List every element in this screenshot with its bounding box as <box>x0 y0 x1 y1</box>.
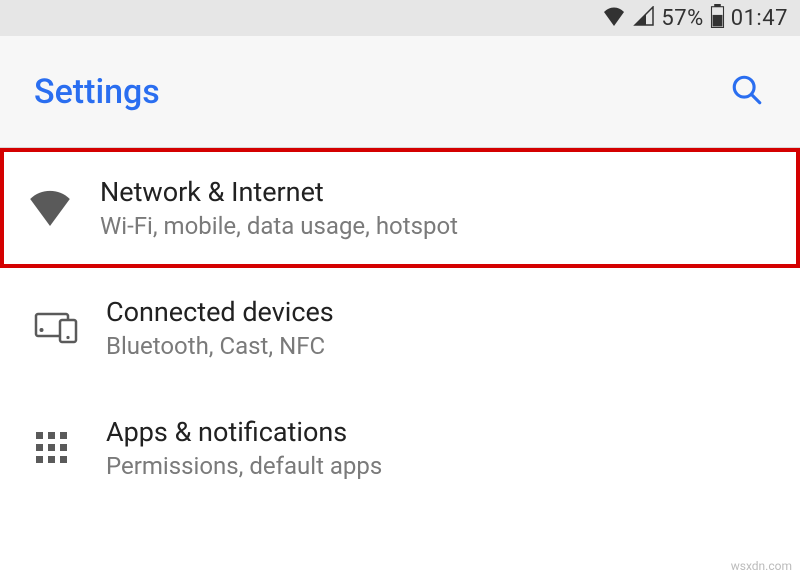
list-item-text: Connected devices Bluetooth, Cast, NFC <box>106 296 334 360</box>
list-item-text: Network & Internet Wi-Fi, mobile, data u… <box>100 176 458 240</box>
list-item-title: Apps & notifications <box>106 416 382 448</box>
list-item-text: Apps & notifications Permissions, defaul… <box>106 416 382 480</box>
list-item-connected-devices[interactable]: Connected devices Bluetooth, Cast, NFC <box>0 268 800 388</box>
devices-icon <box>34 312 106 344</box>
list-item-title: Network & Internet <box>100 176 458 208</box>
list-item-subtitle: Wi-Fi, mobile, data usage, hotspot <box>100 212 458 240</box>
status-icons: 57% 01:47 <box>601 4 788 32</box>
wifi-fan-icon <box>28 190 100 226</box>
status-bar: 57% 01:47 <box>0 0 800 36</box>
list-item-apps-notifications[interactable]: Apps & notifications Permissions, defaul… <box>0 388 800 508</box>
clock: 01:47 <box>731 6 788 31</box>
cellular-icon <box>633 6 655 30</box>
search-icon <box>730 95 764 110</box>
battery-icon <box>710 4 725 32</box>
wifi-icon <box>601 6 627 30</box>
list-item-subtitle: Permissions, default apps <box>106 452 382 480</box>
page-title: Settings <box>34 72 160 112</box>
watermark: wsxdn.com <box>731 559 792 573</box>
apps-grid-icon <box>34 430 106 466</box>
settings-list: Network & Internet Wi-Fi, mobile, data u… <box>0 148 800 508</box>
list-item-subtitle: Bluetooth, Cast, NFC <box>106 332 334 360</box>
list-item-title: Connected devices <box>106 296 334 328</box>
app-bar: Settings <box>0 36 800 148</box>
search-button[interactable] <box>722 65 772 118</box>
battery-percent: 57% <box>661 6 703 31</box>
list-item-network-internet[interactable]: Network & Internet Wi-Fi, mobile, data u… <box>0 148 800 268</box>
